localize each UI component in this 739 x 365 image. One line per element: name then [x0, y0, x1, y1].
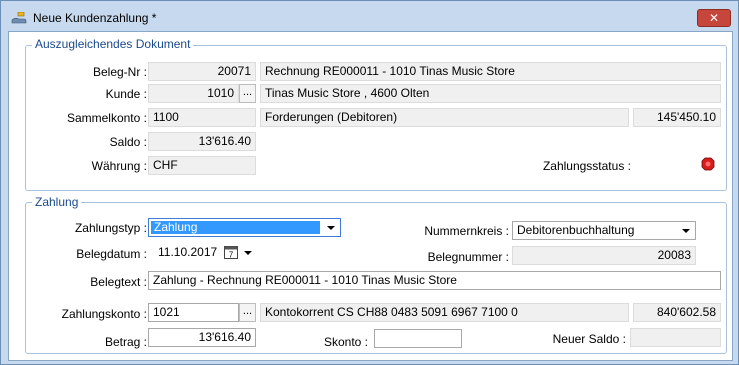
kunde-field[interactable]: 1010	[148, 84, 239, 103]
title-bar[interactable]: Neue Kundenzahlung * ✕	[1, 1, 738, 33]
belegnummer-field: 20083	[512, 246, 696, 265]
sammelkonto-description-field: Forderungen (Debitoren)	[260, 108, 629, 127]
betrag-label: Betrag :	[104, 335, 147, 349]
sammelkonto-amount-field: 145'450.10	[633, 108, 721, 127]
belegnummer-label: Belegnummer :	[427, 250, 509, 264]
saldo-field: 13'616.40	[148, 132, 256, 151]
belegdatum-label: Belegdatum :	[76, 247, 147, 261]
nummernkreis-selected: Debitorenbuchhaltung	[517, 223, 635, 237]
date-dropdown-icon[interactable]	[244, 251, 252, 255]
close-button[interactable]: ✕	[697, 9, 731, 27]
waehrung-field[interactable]: CHF	[148, 156, 256, 175]
nummernkreis-select[interactable]: Debitorenbuchhaltung	[512, 221, 696, 240]
payment-window: Neue Kundenzahlung * ✕ Auszugleichendes …	[0, 0, 739, 365]
window-title: Neue Kundenzahlung *	[33, 11, 157, 25]
kunde-lookup-button[interactable]: ...	[239, 84, 256, 103]
betrag-field[interactable]: 13'616.40	[148, 328, 256, 347]
saldo-label: Saldo :	[109, 135, 147, 149]
beleg-nr-field[interactable]: 20071	[148, 62, 256, 81]
belegtext-field[interactable]: Zahlung - Rechnung RE000011 - 1010 Tinas…	[148, 271, 721, 290]
kunde-description-field: Tinas Music Store , 4600 Olten	[260, 84, 721, 103]
neuer-saldo-field	[630, 328, 721, 347]
belegdatum-field[interactable]: 11.10.2017	[154, 244, 220, 263]
zahlungskonto-lookup-button[interactable]: ...	[239, 303, 256, 322]
payment-group-title: Zahlung	[32, 195, 82, 209]
zahlungskonto-description-field: Kontokorrent CS CH88 0483 5091 6967 7100…	[260, 303, 629, 322]
zahlungsstatus-label: Zahlungsstatus :	[542, 159, 631, 173]
waehrung-label: Währung :	[91, 159, 147, 173]
zahlungskonto-amount-field: 840'602.58	[633, 303, 721, 322]
skonto-field[interactable]	[374, 329, 462, 348]
window-content: Auszugleichendes Dokument Beleg-Nr : 200…	[8, 31, 733, 361]
neuer-saldo-label: Neuer Saldo :	[552, 332, 626, 346]
document-group-title: Auszugleichendes Dokument	[32, 37, 194, 51]
payment-hand-icon	[11, 12, 27, 24]
beleg-description-field: Rechnung RE000011 - 1010 Tinas Music Sto…	[260, 62, 721, 81]
skonto-label: Skonto :	[323, 335, 368, 349]
beleg-nr-label: Beleg-Nr :	[92, 65, 147, 79]
zahlungstyp-label: Zahlungstyp :	[74, 221, 147, 235]
nummernkreis-label: Nummernkreis :	[424, 224, 509, 238]
zahlungstyp-selected: Zahlung	[151, 221, 320, 234]
calendar-day: 7	[229, 251, 234, 260]
kunde-label: Kunde :	[105, 87, 147, 101]
chevron-down-icon	[682, 229, 690, 233]
belegtext-label: Belegtext :	[90, 275, 147, 289]
calendar-icon[interactable]: 7	[224, 245, 238, 259]
zahlungstyp-select[interactable]: Zahlung	[148, 218, 341, 237]
zahlungskonto-field[interactable]: 1021	[148, 303, 239, 322]
zahlungskonto-label: Zahlungskonto :	[61, 307, 147, 321]
sammelkonto-field[interactable]: 1100	[148, 108, 256, 127]
red-status-icon	[701, 157, 715, 171]
chevron-down-icon	[327, 226, 335, 230]
sammelkonto-label: Sammelkonto :	[66, 111, 147, 125]
